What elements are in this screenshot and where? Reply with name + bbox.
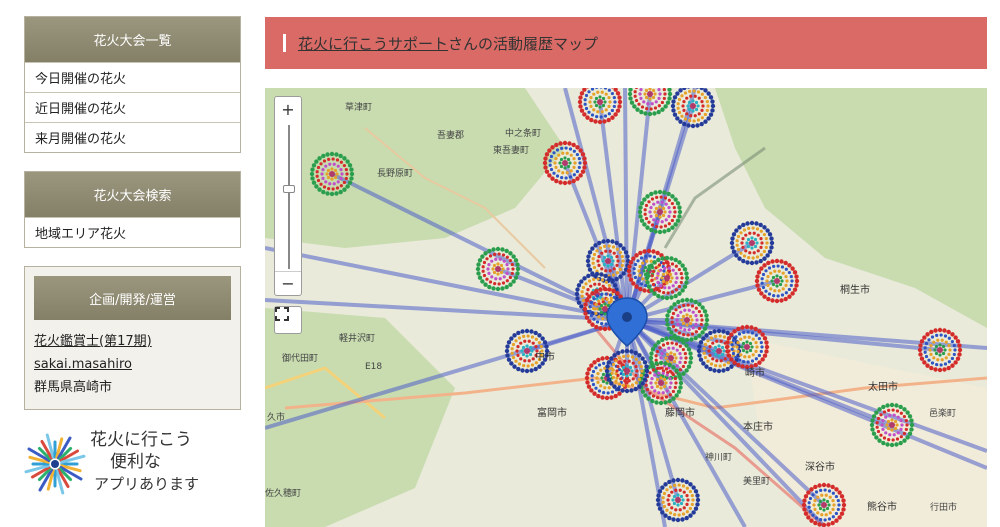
promo-text: 花火に行こう 便利な アプリあります	[90, 429, 199, 495]
map-label-kiryu2: 崎市	[745, 368, 765, 379]
map-label-kusatsu: 草津町	[345, 103, 373, 113]
staff-account-link[interactable]: sakai.masahiro	[34, 357, 132, 372]
activity-map[interactable]: 草津町 吾妻郡 中之条町 東吾妻町 長野原町 桐生市 軽井沢町 御代田町 中市 …	[265, 88, 987, 527]
map-label-fujioka: 藤岡市	[665, 408, 695, 419]
map-label-misato: 美里町	[743, 477, 771, 487]
route-line	[623, 88, 629, 321]
promo-line3: アプリあります	[94, 475, 200, 493]
map-label-nakanojo: 中之条町	[505, 129, 542, 139]
map-label-kiryu: 桐生市	[840, 285, 870, 296]
sidebar-item-next-month[interactable]: 来月開催の花火	[25, 122, 240, 152]
map-canvas[interactable]	[265, 88, 987, 527]
map-label-honjo: 本庄市	[743, 422, 773, 433]
map-label-ota: 太田市	[868, 382, 898, 393]
title-bar-decoration	[283, 34, 286, 52]
staff-title-link[interactable]: 花火鑑賞士(第17期)	[34, 334, 152, 349]
sidebar-item-area[interactable]: 地域エリア花火	[25, 217, 240, 247]
user-link[interactable]: 花火に行こうサポート	[298, 33, 448, 54]
zoom-slider-track[interactable]	[288, 125, 290, 269]
fullscreen-button[interactable]	[274, 306, 302, 334]
map-label-kumagaya: 熊谷市	[867, 502, 897, 513]
map-label-agatsuma: 吾妻郡	[437, 131, 465, 141]
map-label-e18: E18	[365, 362, 383, 372]
map-label-gyoda: 行田市	[930, 503, 958, 513]
map-label-higashiagatsuma: 東吾妻町	[493, 146, 530, 156]
fullscreen-icon	[275, 307, 289, 321]
staff-location: 群馬県高崎市	[34, 380, 113, 395]
fireworks-list-title: 花火大会一覧	[25, 17, 240, 62]
promo-line1: 花火に行こう	[90, 430, 192, 450]
map-label-fukaya: 深谷市	[805, 462, 835, 473]
zoom-out-button[interactable]: −	[275, 271, 301, 295]
staff-line-title: 花火鑑賞士(第17期)	[34, 330, 231, 353]
map-label-oizumi: 邑楽町	[929, 409, 957, 419]
map-label-tomioka: 富岡市	[537, 408, 567, 419]
map-label-saku: 佐久穂町	[265, 489, 302, 499]
fireworks-search-box: 花火大会検索 地域エリア花火	[24, 171, 241, 248]
zoom-slider-handle[interactable]	[283, 185, 295, 193]
fireworks-list-box: 花火大会一覧 今日開催の花火 近日開催の花火 来月開催の花火	[24, 16, 241, 153]
sidebar-item-today[interactable]: 今日開催の花火	[25, 62, 240, 92]
promo-line2: 便利な	[110, 452, 161, 472]
staff-box: 企画/開発/運営 花火鑑賞士(第17期) sakai.masahiro 群馬県高…	[24, 266, 241, 410]
zoom-control: + −	[274, 96, 302, 296]
map-label-shi2: 中市	[535, 352, 555, 363]
sidebar-item-upcoming[interactable]: 近日開催の花火	[25, 92, 240, 122]
map-label-karuizawa: 軽井沢町	[339, 334, 376, 344]
staff-line-account: sakai.masahiro	[34, 353, 231, 376]
sidebar: 花火大会一覧 今日開催の花火 近日開催の花火 来月開催の花火 花火大会検索 地域…	[24, 16, 241, 410]
staff-title: 企画/開発/運営	[34, 276, 231, 320]
zoom-in-button[interactable]: +	[275, 97, 301, 121]
fireworks-logo-icon	[24, 433, 86, 495]
page-title-rest: さんの活動履歴マップ	[448, 34, 599, 53]
app-promo[interactable]: 花火に行こう 便利な アプリあります	[24, 429, 241, 507]
page-title-banner: 花火に行こうサポート さんの活動履歴マップ	[265, 17, 987, 69]
map-label-kamikawa: 神川町	[705, 453, 733, 463]
map-label-shi1: 久市	[267, 413, 286, 423]
fireworks-search-title: 花火大会検索	[25, 172, 240, 217]
map-label-naganohara: 長野原町	[377, 169, 414, 179]
map-label-miyota: 御代田町	[282, 354, 319, 364]
